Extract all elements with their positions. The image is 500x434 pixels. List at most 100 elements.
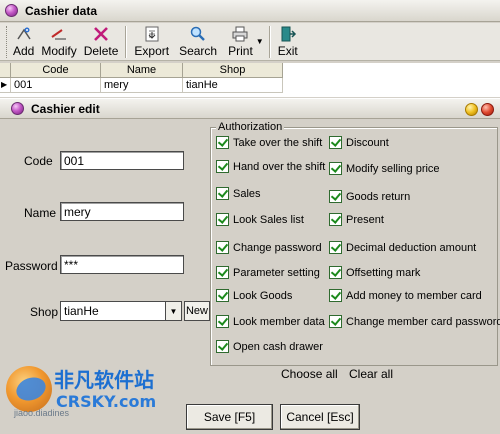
- column-header-name[interactable]: Name: [101, 63, 183, 78]
- checkbox-checked-icon[interactable]: [329, 241, 342, 254]
- print-dropdown-arrow-icon[interactable]: ▼: [256, 37, 264, 46]
- checkbox-present[interactable]: Present: [329, 213, 384, 226]
- modify-label: Modify: [41, 44, 77, 58]
- checkbox-label: Offsetting mark: [346, 266, 421, 279]
- shop-select-value: tianHe: [64, 304, 99, 318]
- checkbox-label: Discount: [346, 136, 389, 149]
- row-pointer-icon: ▶: [0, 78, 11, 93]
- checkbox-decimal-deduction-amount[interactable]: Decimal deduction amount: [329, 241, 476, 254]
- checkbox-look-member-data[interactable]: Look member data: [216, 315, 325, 328]
- checkbox-checked-icon[interactable]: [329, 162, 342, 175]
- code-label: Code: [24, 154, 53, 168]
- grid-indicator-header: [0, 63, 11, 78]
- print-label: Print: [228, 44, 253, 58]
- print-button[interactable]: Print: [228, 23, 253, 61]
- toolbar-grip[interactable]: [6, 26, 9, 58]
- close-icon[interactable]: [481, 103, 494, 116]
- cancel-button[interactable]: Cancel [Esc]: [280, 404, 360, 430]
- checkbox-look-sales-list[interactable]: Look Sales list: [216, 213, 304, 226]
- authorization-caption: Authorization: [216, 121, 285, 133]
- checkbox-label: Hand over the shift: [233, 160, 326, 173]
- checkbox-checked-icon[interactable]: [216, 187, 229, 200]
- checkbox-look-goods[interactable]: Look Goods: [216, 289, 292, 302]
- checkbox-checked-icon[interactable]: [216, 136, 229, 149]
- exit-label: Exit: [277, 44, 298, 58]
- checkbox-label: Change password: [233, 241, 322, 254]
- checkbox-checked-icon[interactable]: [216, 340, 229, 353]
- chevron-down-icon[interactable]: ▼: [165, 302, 181, 320]
- checkbox-sales[interactable]: Sales: [216, 187, 261, 200]
- code-field[interactable]: [60, 151, 184, 170]
- checkbox-label: Goods return: [346, 190, 411, 203]
- cell-name[interactable]: mery: [101, 78, 183, 93]
- toolbar-separator: [125, 26, 128, 58]
- checkbox-take-over-shift[interactable]: Take over the shift: [216, 136, 322, 149]
- watermark-small: jiaoo.diadines: [14, 408, 70, 418]
- toolbar-separator: [268, 26, 271, 58]
- delete-label: Delete: [83, 44, 119, 58]
- minimize-icon[interactable]: [465, 103, 478, 116]
- password-field[interactable]: [60, 255, 184, 274]
- checkbox-label: Look member data: [233, 315, 325, 328]
- add-icon: [17, 27, 31, 40]
- checkbox-label: Present: [346, 213, 384, 226]
- checkbox-checked-icon[interactable]: [329, 213, 342, 226]
- checkbox-checked-icon[interactable]: [216, 241, 229, 254]
- search-button[interactable]: Search: [179, 23, 217, 61]
- checkbox-checked-icon[interactable]: [216, 266, 229, 279]
- save-button[interactable]: Save [F5]: [186, 404, 273, 430]
- shop-select[interactable]: tianHe ▼: [60, 301, 182, 321]
- checkbox-label: Take over the shift: [233, 136, 323, 149]
- checkbox-goods-return[interactable]: Goods return: [329, 190, 410, 203]
- checkbox-parameter-setting[interactable]: Parameter setting: [216, 266, 320, 279]
- table-row[interactable]: ▶ 001 mery tianHe: [0, 78, 500, 93]
- checkbox-label: Parameter setting: [233, 266, 320, 279]
- checkbox-discount[interactable]: Discount: [329, 136, 389, 149]
- checkbox-checked-icon[interactable]: [329, 190, 342, 203]
- clear-all-link[interactable]: Clear all: [349, 367, 393, 381]
- name-label: Name: [24, 206, 57, 220]
- checkbox-modify-selling-price[interactable]: Modify selling price: [329, 162, 440, 175]
- column-header-code[interactable]: Code: [11, 63, 101, 78]
- new-shop-button[interactable]: New: [184, 301, 210, 321]
- exit-button[interactable]: Exit: [278, 23, 298, 61]
- checkbox-open-cash-drawer[interactable]: Open cash drawer: [216, 340, 323, 353]
- checkbox-checked-icon[interactable]: [216, 315, 229, 328]
- add-button[interactable]: Add: [13, 23, 34, 61]
- modify-button[interactable]: Modify: [41, 23, 77, 61]
- cashier-grid: Code Name Shop ▶ 001 mery tianHe: [0, 63, 500, 97]
- checkbox-checked-icon[interactable]: [329, 315, 342, 328]
- checkbox-change-member-card-password[interactable]: Change member card password: [329, 315, 500, 328]
- checkbox-offsetting-mark[interactable]: Offsetting mark: [329, 266, 420, 279]
- checkbox-checked-icon[interactable]: [216, 289, 229, 302]
- checkbox-change-password[interactable]: Change password: [216, 241, 322, 254]
- choose-all-link[interactable]: Choose all: [281, 367, 338, 381]
- export-button[interactable]: Export: [134, 23, 169, 61]
- cell-shop[interactable]: tianHe: [183, 78, 283, 93]
- column-header-shop[interactable]: Shop: [183, 63, 283, 78]
- checkbox-checked-icon[interactable]: [329, 289, 342, 302]
- cashier-data-titlebar: Cashier data: [0, 0, 500, 22]
- export-label: Export: [134, 44, 170, 58]
- checkbox-checked-icon[interactable]: [329, 136, 342, 149]
- checkbox-label: Decimal deduction amount: [346, 241, 477, 254]
- delete-button[interactable]: Delete: [83, 23, 119, 61]
- modify-icon: [51, 29, 67, 40]
- window-controls: [465, 103, 494, 116]
- search-label: Search: [179, 44, 218, 58]
- watermark: 非凡软件站 CRSKY.com jiaoo.diadines: [0, 362, 170, 434]
- checkbox-hand-over-shift[interactable]: Hand over the shift: [216, 160, 325, 173]
- checkbox-add-money-to-member-card[interactable]: Add money to member card: [329, 289, 482, 302]
- checkbox-label: Look Sales list: [233, 213, 304, 226]
- checkbox-label: Look Goods: [233, 289, 293, 302]
- name-field[interactable]: [60, 202, 184, 221]
- checkbox-label: Open cash drawer: [233, 340, 323, 353]
- checkbox-checked-icon[interactable]: [216, 160, 229, 173]
- watermark-en: CRSKY.com: [56, 392, 157, 411]
- cell-code[interactable]: 001: [11, 78, 101, 93]
- checkbox-checked-icon[interactable]: [216, 213, 229, 226]
- authorization-group: Authorization Take over the shift Hand o…: [210, 121, 500, 366]
- add-label: Add: [13, 44, 35, 58]
- checkbox-checked-icon[interactable]: [329, 266, 342, 279]
- dialog-title: Cashier edit: [31, 101, 100, 116]
